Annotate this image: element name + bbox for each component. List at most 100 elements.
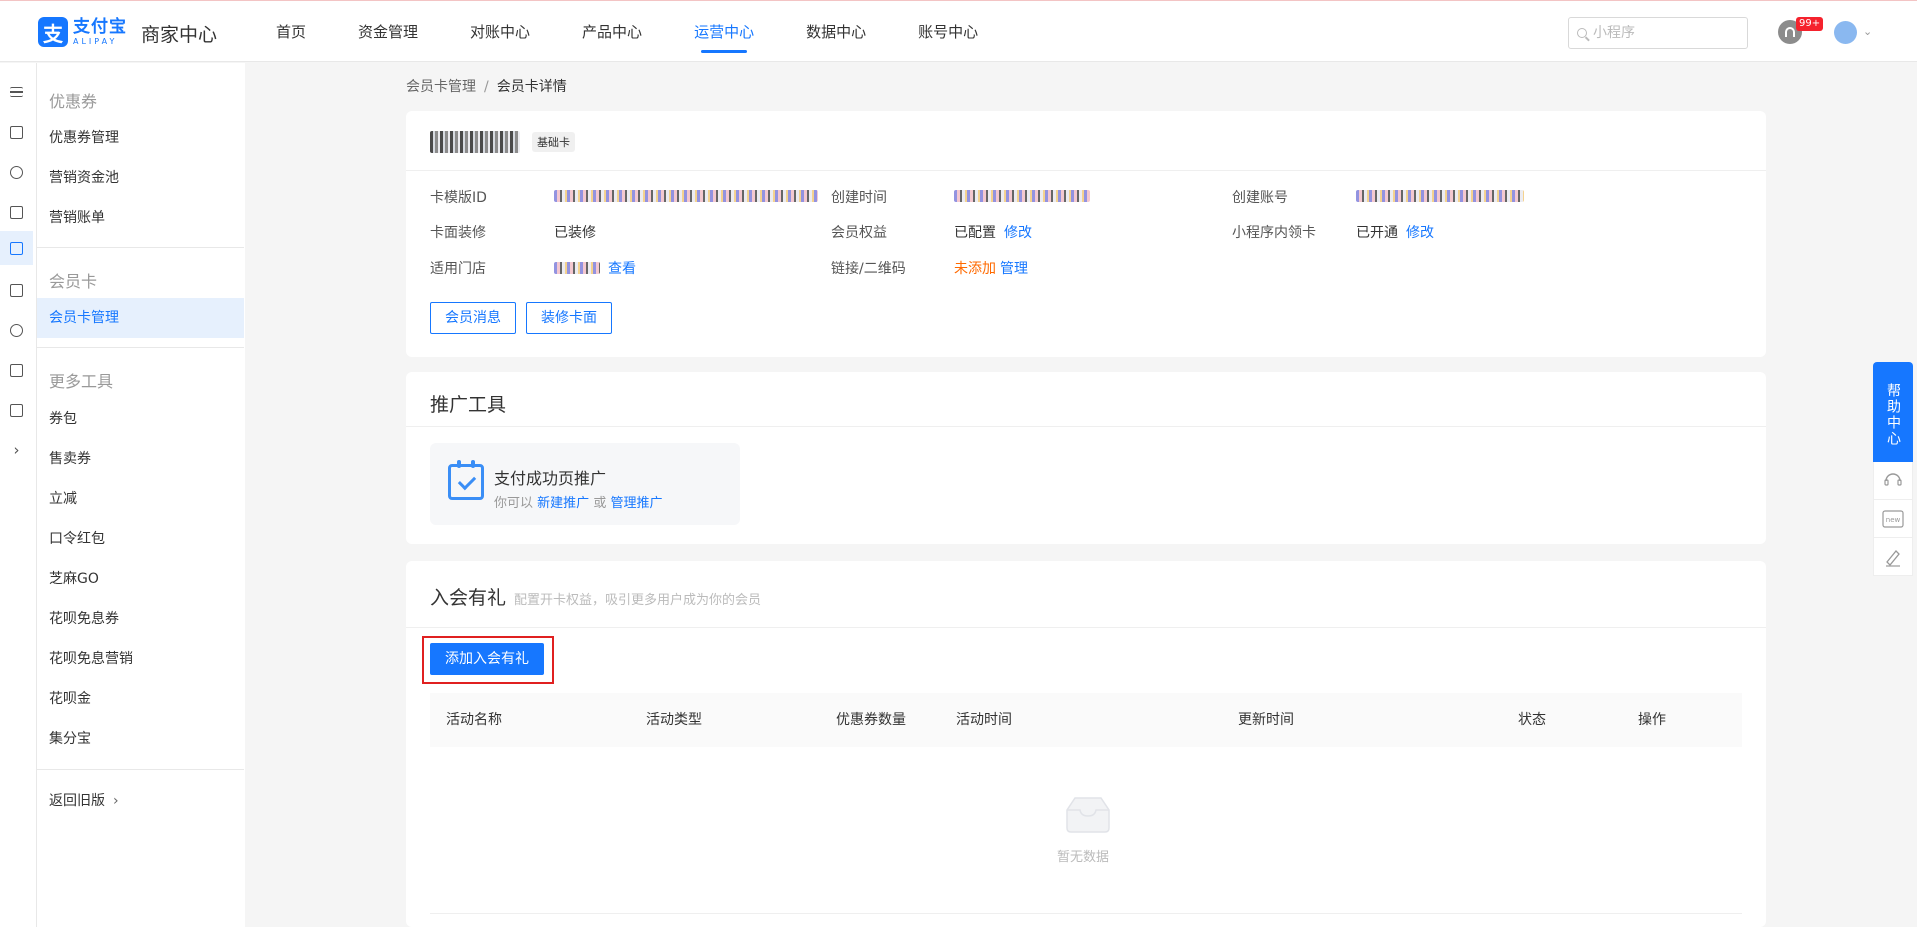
- sidebar-item-coupon-pack[interactable]: 券包: [37, 399, 244, 439]
- manage-promotion-link[interactable]: 管理推广: [610, 496, 662, 511]
- svg-text:new: new: [1886, 516, 1901, 524]
- column-updated-time: 更新时间: [1238, 712, 1294, 728]
- nav-home[interactable]: 首页: [250, 1, 332, 63]
- new-feature-icon[interactable]: new: [1873, 500, 1913, 538]
- search-icon: [1577, 28, 1587, 38]
- sidebar-item-jifenbao[interactable]: 集分宝: [37, 719, 244, 759]
- target-icon[interactable]: [0, 313, 33, 347]
- stores-label: 适用门店: [430, 261, 486, 277]
- column-activity-name: 活动名称: [446, 712, 502, 728]
- column-status: 状态: [1518, 712, 1546, 728]
- card-detail-panel: 基础卡 卡模版ID 创建时间 创建账号 卡面装修 已装修 会员权益 已配置 修改…: [406, 111, 1766, 357]
- chevron-right-icon: ›: [113, 793, 119, 809]
- stores-view-link[interactable]: 查看: [608, 258, 636, 278]
- help-widget: 帮助中心 new: [1873, 362, 1913, 576]
- sidebar-item-member-card-management[interactable]: 会员卡管理: [37, 298, 244, 338]
- chevron-down-icon[interactable]: ⌄: [1863, 25, 1872, 38]
- miniapp-edit-link[interactable]: 修改: [1406, 222, 1434, 242]
- document-icon[interactable]: [0, 195, 33, 229]
- qrcode-value: 未添加: [954, 261, 996, 277]
- promotion-tools-title: 推广工具: [430, 394, 507, 416]
- sidebar-item-zhima-go[interactable]: 芝麻GO: [37, 559, 244, 599]
- empty-state-text: 暂无数据: [1057, 850, 1110, 865]
- menu-icon[interactable]: [0, 75, 33, 109]
- wallet-icon[interactable]: [0, 353, 33, 387]
- add-welcome-gift-button[interactable]: 添加入会有礼: [430, 643, 544, 675]
- column-activity-time: 活动时间: [956, 712, 1012, 728]
- avatar[interactable]: [1834, 21, 1857, 44]
- sidebar-item-marketing-bill[interactable]: 营销账单: [37, 198, 244, 238]
- customer-service-icon[interactable]: [1873, 462, 1913, 500]
- decorate-card-button[interactable]: 装修卡面: [526, 302, 612, 334]
- sidebar-item-password-red-packet[interactable]: 口令红包: [37, 519, 244, 559]
- sidebar-divider: [37, 247, 244, 248]
- sidebar-item-huabei-marketing[interactable]: 花呗免息营销: [37, 639, 244, 679]
- back-to-old-version-link[interactable]: 返回旧版 ›: [37, 781, 244, 821]
- coupon-icon[interactable]: [0, 115, 33, 149]
- sidebar-divider: [37, 769, 244, 770]
- member-message-button[interactable]: 会员消息: [430, 302, 516, 334]
- nav-account[interactable]: 账号中心: [892, 1, 1004, 63]
- column-coupon-count: 优惠券数量: [836, 712, 906, 728]
- sidebar-divider: [37, 347, 244, 348]
- nav-funds[interactable]: 资金管理: [332, 1, 444, 63]
- new-promotion-link[interactable]: 新建推广: [537, 496, 589, 511]
- alipay-logo[interactable]: 支 支付宝 ALIPAY: [38, 17, 127, 47]
- sidebar-group-coupons: 优惠券: [49, 92, 98, 111]
- expand-icon[interactable]: ›: [0, 433, 33, 467]
- breadcrumb-parent[interactable]: 会员卡管理: [406, 79, 476, 95]
- miniapp-value: 已开通: [1356, 225, 1398, 241]
- created-account-label: 创建账号: [1232, 190, 1288, 206]
- sidebar-item-instant-discount[interactable]: 立减: [37, 479, 244, 519]
- nav-data[interactable]: 数据中心: [780, 1, 892, 63]
- list-icon[interactable]: [0, 273, 33, 307]
- face-label: 卡面装修: [430, 225, 486, 241]
- sidebar-item-huabei-coupon[interactable]: 花呗免息券: [37, 599, 244, 639]
- template-id-value: [554, 190, 818, 202]
- welcome-gift-panel: 入会有礼 配置开卡权益，吸引更多用户成为你的会员 添加入会有礼 活动名称 活动类…: [406, 561, 1766, 927]
- product-icon[interactable]: [0, 155, 33, 189]
- miniapp-label: 小程序内领卡: [1232, 225, 1316, 241]
- top-header: 支 支付宝 ALIPAY 商家中心 首页 资金管理 对账中心 产品中心 运营中心…: [0, 0, 1917, 62]
- qrcode-manage-link[interactable]: 管理: [1000, 258, 1028, 278]
- sidebar-item-sell-coupon[interactable]: 售卖券: [37, 439, 244, 479]
- help-center-button[interactable]: 帮助中心: [1873, 362, 1913, 462]
- nav-products[interactable]: 产品中心: [556, 1, 668, 63]
- calendar-check-icon: [448, 460, 484, 500]
- promo-tile-desc: 你可以 新建推广 或 管理推广: [494, 496, 663, 511]
- search-box[interactable]: [1568, 17, 1748, 49]
- card-type-tag: 基础卡: [532, 132, 575, 152]
- created-time-value: [954, 190, 1090, 202]
- card-name: 基础卡: [430, 131, 575, 153]
- created-time-label: 创建时间: [831, 190, 887, 206]
- stores-redacted: [554, 262, 600, 274]
- gift-icon[interactable]: [0, 231, 33, 265]
- sidebar-item-fund-pool[interactable]: 营销资金池: [37, 158, 244, 198]
- welcome-gift-title: 入会有礼: [430, 587, 507, 609]
- app-title: 商家中心: [141, 24, 218, 46]
- sidebar-item-huabei-gold[interactable]: 花呗金: [37, 679, 244, 719]
- rights-label: 会员权益: [831, 225, 887, 241]
- main-nav: 首页 资金管理 对账中心 产品中心 运营中心 数据中心 账号中心: [250, 1, 1004, 63]
- feedback-edit-icon[interactable]: [1873, 538, 1913, 576]
- welcome-gift-subtitle: 配置开卡权益，吸引更多用户成为你的会员: [514, 593, 762, 608]
- sidebar-group-more-tools: 更多工具: [49, 372, 114, 391]
- nav-operations[interactable]: 运营中心: [668, 1, 780, 63]
- column-actions: 操作: [1638, 712, 1666, 728]
- search-input[interactable]: [1593, 25, 1733, 41]
- sidebar-group-member-card: 会员卡: [49, 272, 98, 291]
- breadcrumb: 会员卡管理 / 会员卡详情: [406, 79, 567, 95]
- breadcrumb-current: 会员卡详情: [496, 79, 567, 95]
- sidebar-item-coupon-management[interactable]: 优惠券管理: [37, 118, 244, 158]
- table-header: 活动名称 活动类型 优惠券数量 活动时间 更新时间 状态 操作: [430, 693, 1742, 747]
- alipay-logo-icon: 支: [38, 17, 68, 47]
- sidebar: 优惠券 优惠券管理 营销资金池 营销账单 会员卡 会员卡管理 更多工具 券包 售…: [37, 63, 245, 927]
- column-activity-type: 活动类型: [646, 712, 702, 728]
- nav-reconciliation[interactable]: 对账中心: [444, 1, 556, 63]
- rights-edit-link[interactable]: 修改: [1004, 222, 1032, 242]
- notification-badge: 99+: [1796, 17, 1824, 31]
- created-account-value: [1356, 190, 1524, 202]
- report-icon[interactable]: [0, 393, 33, 427]
- payment-success-promotion-tile[interactable]: 支付成功页推广 你可以 新建推广 或 管理推广: [430, 443, 740, 525]
- empty-inbox-icon: [1066, 797, 1110, 833]
